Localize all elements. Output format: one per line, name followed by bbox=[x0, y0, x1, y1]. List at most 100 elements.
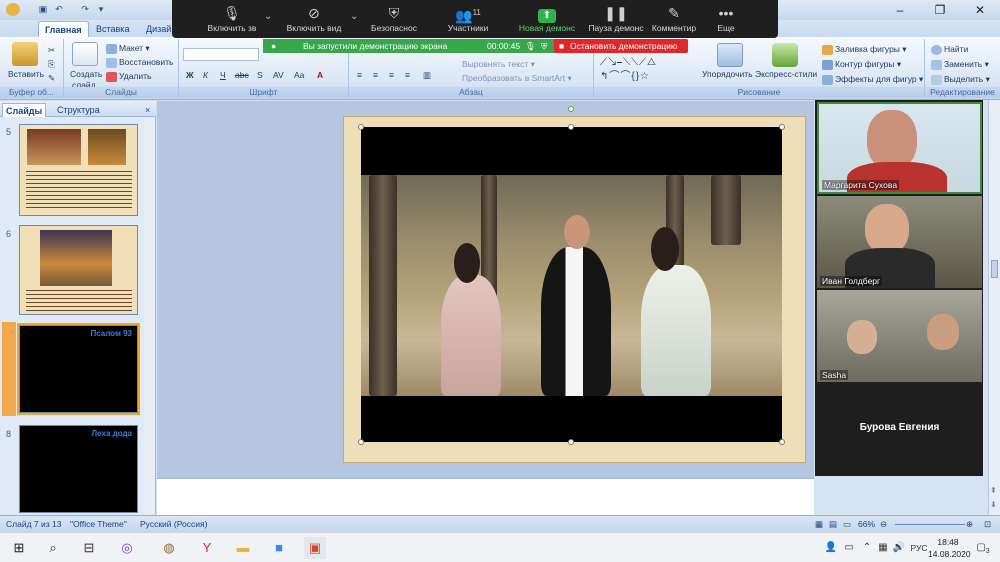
slide-thumbnail-6[interactable] bbox=[19, 225, 138, 315]
justify-icon[interactable]: ≡ bbox=[405, 70, 410, 81]
align-left-icon[interactable]: ≡ bbox=[357, 70, 362, 81]
next-slide-icon[interactable]: ⇟ bbox=[990, 500, 997, 509]
paste-button[interactable]: Вставить bbox=[8, 69, 44, 80]
select-button[interactable]: Выделить ▾ bbox=[931, 74, 990, 85]
resize-handle[interactable] bbox=[358, 439, 364, 445]
prev-slide-icon[interactable]: ⇞ bbox=[990, 486, 997, 495]
alice-assistant-icon[interactable]: ◎ bbox=[116, 537, 138, 559]
align-center-icon[interactable]: ≡ bbox=[373, 70, 378, 81]
video-options-chevron-icon[interactable]: ⌄ bbox=[350, 11, 358, 22]
italic-button[interactable]: К bbox=[203, 70, 208, 81]
yandex-browser-icon[interactable]: Y bbox=[196, 537, 218, 559]
maximize-button[interactable]: ❐ bbox=[920, 0, 960, 20]
undo-icon[interactable]: ↶ bbox=[52, 3, 66, 16]
zoom-out-icon[interactable]: ⊖ bbox=[880, 516, 887, 532]
delete-slide-button[interactable]: Удалить bbox=[106, 71, 151, 82]
notifications-icon[interactable]: ▢3 bbox=[972, 537, 994, 559]
columns-icon[interactable]: ▥ bbox=[423, 70, 431, 81]
zoom-in-icon[interactable]: ⊕ bbox=[966, 516, 973, 532]
change-case-button[interactable]: Aa bbox=[294, 70, 304, 81]
resize-handle[interactable] bbox=[779, 439, 785, 445]
shape-effects-button[interactable]: Эффекты для фигур ▾ bbox=[822, 74, 923, 85]
unmute-button[interactable]: 🎙 Включить зв bbox=[192, 3, 272, 37]
quick-styles-icon[interactable] bbox=[772, 43, 798, 67]
audio-options-chevron-icon[interactable]: ⌄ bbox=[264, 11, 272, 22]
close-panel-button[interactable]: × bbox=[142, 103, 153, 117]
new-slide-button[interactable]: Создать bbox=[70, 69, 102, 80]
redo-icon[interactable]: ↷ bbox=[78, 3, 92, 16]
language-indicator[interactable]: Русский (Россия) bbox=[140, 516, 207, 532]
slide-scrollbar[interactable]: ⇞ ⇟ bbox=[988, 100, 1000, 515]
new-slide-icon[interactable] bbox=[72, 42, 98, 66]
participant-tile[interactable]: Бурова Евгения bbox=[817, 384, 982, 476]
more-button[interactable]: ••• Еще bbox=[706, 3, 746, 37]
windows-start-icon[interactable]: ⊞ bbox=[8, 537, 30, 559]
reset-button[interactable]: Восстановить bbox=[106, 57, 173, 68]
shape-fill-button[interactable]: Заливка фигуры ▾ bbox=[822, 44, 907, 55]
normal-view-icon[interactable]: ▦ bbox=[815, 516, 823, 532]
dropdown-icon[interactable]: ▾ bbox=[94, 3, 108, 16]
clock[interactable]: 18:48 14.08.2020 bbox=[928, 536, 971, 560]
participants-button[interactable]: 👥11 Участники bbox=[436, 3, 500, 37]
underline-button[interactable]: Ч bbox=[220, 70, 226, 81]
paint-app-icon[interactable]: ◍ bbox=[158, 537, 180, 559]
slide-thumbnail-8[interactable]: Леха дода bbox=[19, 425, 138, 513]
participant-tile[interactable]: Иван Голдберг bbox=[817, 196, 982, 288]
task-view-icon[interactable]: ⊟ bbox=[78, 537, 100, 559]
resize-handle[interactable] bbox=[358, 124, 364, 130]
tab-slides[interactable]: Слайды bbox=[2, 103, 47, 117]
shapes-gallery[interactable]: ⟋↘⎯⟍⟍⟋△ bbox=[600, 57, 657, 68]
search-icon[interactable]: ⌕ bbox=[42, 537, 64, 559]
replace-button[interactable]: Заменить ▾ bbox=[931, 59, 989, 70]
slide-thumbnail-5[interactable] bbox=[19, 124, 138, 216]
copy-icon[interactable]: ⎘ bbox=[48, 59, 55, 70]
close-button[interactable]: ✕ bbox=[960, 0, 1000, 20]
resize-handle[interactable] bbox=[779, 124, 785, 130]
slides-panel-scrollbar[interactable] bbox=[144, 118, 155, 513]
align-text-button[interactable]: Выровнять текст ▾ bbox=[462, 59, 535, 70]
start-video-button[interactable]: ⊘ Включить вид bbox=[274, 3, 354, 37]
scrollbar-thumb[interactable] bbox=[991, 260, 998, 278]
find-button[interactable]: Найти bbox=[931, 44, 968, 55]
slide-thumbnail-7[interactable]: Псалом 93 bbox=[17, 323, 140, 415]
stop-share-button[interactable]: ■ Остановить демонстрацию bbox=[554, 39, 688, 53]
tab-insert[interactable]: Вставка bbox=[90, 21, 135, 37]
format-painter-icon[interactable]: ✎ bbox=[48, 73, 55, 84]
shape-outline-button[interactable]: Контур фигуры ▾ bbox=[822, 59, 901, 70]
arrange-icon[interactable] bbox=[717, 43, 743, 67]
font-name-field[interactable] bbox=[183, 48, 259, 61]
quick-styles-button[interactable]: Экспресс-стили bbox=[755, 69, 817, 80]
shapes-gallery-row2[interactable]: ↰⌒⌒{}☆ bbox=[600, 71, 650, 82]
tab-outline[interactable]: Структура bbox=[54, 103, 103, 117]
annotate-button[interactable]: ✎ Комментир bbox=[644, 3, 704, 37]
participant-tile[interactable]: Маргарита Сухова bbox=[817, 102, 982, 194]
slide-sorter-icon[interactable]: ▤ bbox=[829, 516, 837, 532]
layout-button[interactable]: Макет ▾ bbox=[106, 43, 150, 54]
tab-home[interactable]: Главная bbox=[38, 21, 89, 37]
shadow-button[interactable]: S bbox=[257, 70, 263, 81]
participant-tile[interactable]: Sasha bbox=[817, 290, 982, 382]
bold-button[interactable]: Ж bbox=[186, 70, 194, 81]
security-button[interactable]: ⛨ Безопаснос bbox=[364, 3, 424, 37]
align-right-icon[interactable]: ≡ bbox=[389, 70, 394, 81]
minimize-button[interactable]: – bbox=[880, 0, 920, 20]
file-explorer-icon[interactable]: ▬ bbox=[232, 537, 254, 559]
zoom-app-icon[interactable]: ■ bbox=[268, 537, 290, 559]
font-color-button[interactable]: A bbox=[317, 70, 323, 81]
fit-window-icon[interactable]: ⊡ bbox=[984, 516, 991, 532]
paste-icon[interactable] bbox=[12, 42, 38, 66]
strikethrough-button[interactable]: abc bbox=[235, 70, 249, 81]
office-logo-icon[interactable] bbox=[6, 3, 20, 16]
char-spacing-button[interactable]: AV bbox=[273, 70, 284, 81]
cut-icon[interactable]: ✂ bbox=[48, 45, 55, 56]
save-icon[interactable]: ▣ bbox=[36, 3, 50, 16]
resize-handle[interactable] bbox=[568, 124, 574, 130]
rotate-handle[interactable] bbox=[568, 106, 574, 112]
arrange-button[interactable]: Упорядочить bbox=[702, 69, 753, 80]
resize-handle[interactable] bbox=[568, 439, 574, 445]
zoom-level[interactable]: 66% bbox=[858, 516, 875, 532]
smartart-button[interactable]: Преобразовать в SmartArt ▾ bbox=[462, 73, 572, 84]
zoom-slider[interactable] bbox=[895, 524, 965, 525]
slideshow-icon[interactable]: ▭ bbox=[843, 516, 851, 532]
new-share-button[interactable]: ⬆ Новая демонс bbox=[512, 3, 582, 37]
